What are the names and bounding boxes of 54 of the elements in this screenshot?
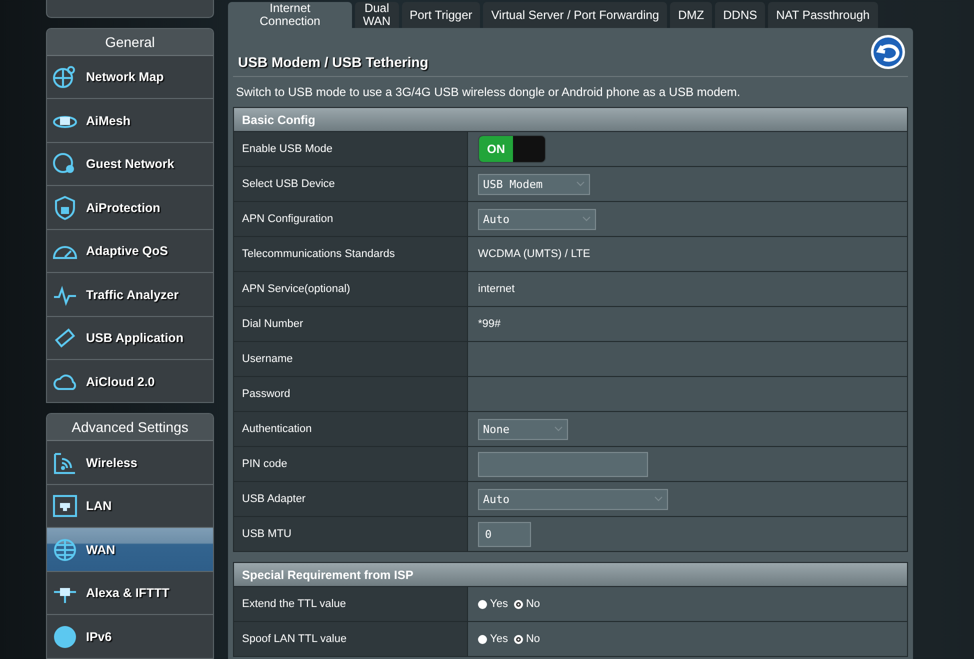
field-label: Dial Number [234, 307, 468, 341]
back-icon[interactable] [870, 34, 906, 70]
dropdown[interactable]: Auto [478, 208, 596, 230]
menu-item[interactable]: WAN [47, 528, 213, 572]
field-label: Extend the TTL value [234, 587, 468, 621]
globe-icon [52, 536, 78, 563]
field-label: Select USB Device [234, 167, 468, 201]
field-label: Password [234, 377, 468, 411]
field-label: Spoof LAN TTL value [234, 622, 468, 656]
dropdown[interactable]: USB Modem [478, 174, 590, 194]
input-field[interactable]: 0 [478, 522, 531, 546]
radio-button[interactable] [514, 634, 523, 644]
field-label: APN Service(optional) [234, 272, 468, 306]
radio-button[interactable] [478, 600, 487, 608]
radio-button[interactable] [478, 634, 487, 644]
field-label: USB MTU [234, 517, 468, 551]
menu-group-title: Advanced Settings [47, 414, 213, 442]
field-label: Authentication [234, 412, 468, 446]
dropdown[interactable]: Auto [478, 488, 668, 510]
tab[interactable]: NAT Passthrough [768, 2, 878, 28]
field-label: USB Adapter [234, 482, 468, 516]
tab[interactable]: Port Trigger [402, 2, 480, 28]
chevron-down-icon [654, 496, 663, 502]
tab[interactable]: Internet Connection [228, 2, 352, 28]
tab[interactable]: DDNS [715, 2, 766, 28]
page-title: USB Modem / USB Tethering [238, 54, 428, 70]
radio-option[interactable]: Yes [478, 633, 508, 645]
field-value: *99# [478, 318, 501, 330]
chevron-down-icon [554, 426, 563, 432]
menu-group-title: General [47, 28, 213, 56]
field-value: WCDMA (UMTS) / LTE [478, 248, 590, 260]
globe-pin-icon [52, 64, 78, 90]
field-label: Telecommunications Standards [234, 237, 468, 271]
radio-option[interactable]: No [514, 598, 540, 610]
field-label: Enable USB Mode [234, 132, 468, 166]
chevron-down-icon [582, 216, 591, 222]
dropdown[interactable]: None [478, 418, 568, 440]
tab[interactable]: Dual WAN [355, 2, 399, 28]
page-description: Switch to USB mode to use a 3G/4G USB wireless dongle or Android phone as a USB modem. [235, 84, 742, 101]
tab[interactable]: DMZ [670, 2, 712, 28]
radio-button[interactable] [514, 600, 523, 608]
radio-option[interactable]: Yes [478, 598, 508, 610]
section-header: Basic Config [234, 108, 907, 132]
field-value: internet [478, 283, 515, 295]
input-field[interactable] [478, 452, 648, 476]
ethernet-port-icon [52, 493, 78, 520]
shield-lock-icon [52, 194, 78, 221]
section-header: Special Requirement from ISP [234, 563, 907, 587]
tab[interactable]: Virtual Server / Port Forwarding [483, 2, 668, 28]
chevron-down-icon [576, 181, 585, 187]
radio-option[interactable]: No [514, 633, 540, 645]
field-label: Username [234, 342, 468, 376]
field-label: APN Configuration [234, 202, 468, 236]
field-label: PIN code [234, 447, 468, 481]
